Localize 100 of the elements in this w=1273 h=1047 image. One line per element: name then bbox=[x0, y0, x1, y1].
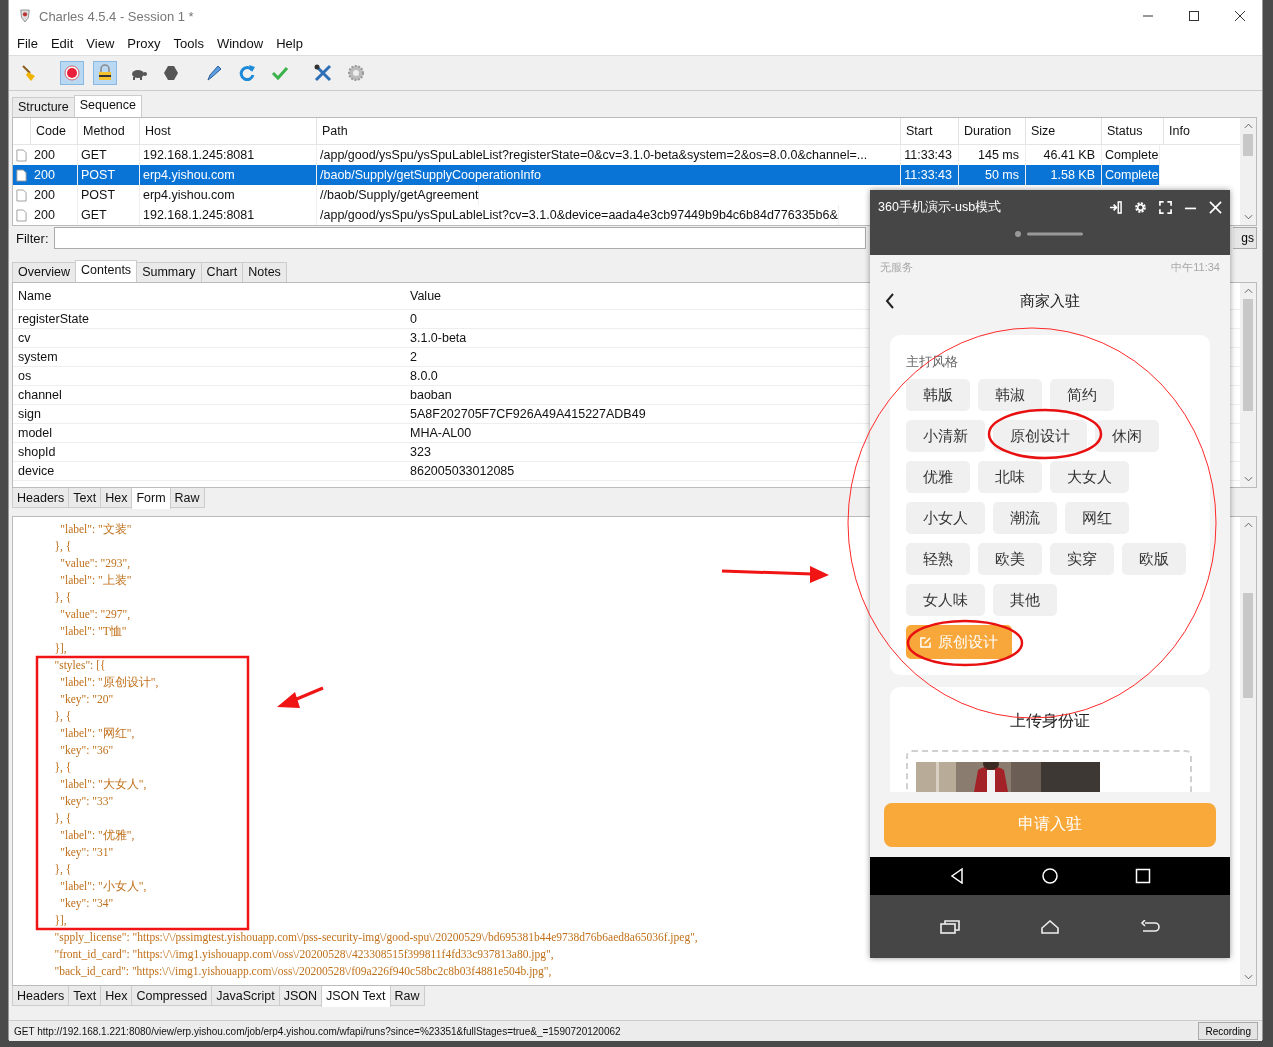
request-row[interactable]: 200 GET 192.168.1.245:8081 /app/good/ysSpu/ysSpuLableList?cv=3.1.0&device=aada4e3cb97449b9b4c6b84d776335b6& bbox=[13, 205, 839, 225]
menu-item[interactable]: File bbox=[17, 36, 38, 51]
response-view-tab[interactable]: Text bbox=[68, 986, 102, 1006]
menu-item[interactable]: Edit bbox=[50, 36, 74, 51]
settings-icon[interactable] bbox=[1134, 200, 1147, 214]
response-view-tab[interactable]: Raw bbox=[389, 986, 425, 1006]
menu-item[interactable]: View bbox=[86, 36, 115, 51]
return-icon[interactable] bbox=[1140, 919, 1160, 934]
style-tag[interactable]: 简约 bbox=[1050, 379, 1114, 411]
request-view-tab[interactable]: Raw bbox=[169, 488, 205, 508]
detail-tab[interactable]: Chart bbox=[200, 262, 244, 282]
code-line: "label": "优雅", bbox=[59, 828, 135, 843]
style-tag[interactable]: 优雅 bbox=[906, 461, 970, 493]
menu-item[interactable]: Proxy bbox=[127, 36, 161, 51]
pin-icon[interactable] bbox=[1109, 200, 1122, 214]
column-header[interactable]: Host bbox=[140, 118, 317, 144]
detail-tab[interactable]: Notes bbox=[242, 262, 287, 282]
table-cell-text: MHA-AL00 bbox=[409, 426, 472, 440]
style-tag[interactable]: 韩淑 bbox=[978, 379, 1042, 411]
document-icon bbox=[16, 188, 27, 202]
style-tag[interactable]: 小清新 bbox=[906, 420, 985, 452]
style-tag[interactable]: 原创设计 bbox=[993, 420, 1087, 452]
status-text: GET http://192.168.1.221:8080/view/erp.yishou.com/job/erp4.yishou.com/wfapi/runs?since=%23351&fullStages=true&_=1590720120062 bbox=[14, 1025, 621, 1037]
detail-tab[interactable]: Contents bbox=[75, 260, 138, 282]
scroll-down-icon[interactable] bbox=[1243, 214, 1253, 220]
style-tag[interactable]: 其他 bbox=[993, 584, 1057, 616]
style-tag[interactable]: 欧美 bbox=[978, 543, 1042, 575]
view-tab[interactable]: Structure bbox=[12, 97, 75, 117]
filter-field[interactable] bbox=[53, 227, 866, 249]
request-view-tab[interactable]: Headers bbox=[12, 488, 70, 508]
response-view-tab[interactable]: JavaScript bbox=[211, 986, 280, 1006]
table-cell-text: 862005033012085 bbox=[409, 464, 515, 478]
toolbar-record-button[interactable] bbox=[60, 61, 84, 85]
recording-button[interactable]: Recording bbox=[1198, 1022, 1258, 1040]
back-icon[interactable] bbox=[885, 293, 895, 309]
window-title: Charles 4.5.4 - Session 1 * bbox=[39, 8, 194, 24]
request-row[interactable]: 200 POST erp4.yishou.com //baob/Supply/getAgreement bbox=[13, 185, 480, 205]
column-header[interactable]: Path bbox=[317, 118, 901, 144]
style-tag[interactable]: 实穿 bbox=[1050, 543, 1114, 575]
menu-item[interactable]: Help bbox=[276, 36, 303, 51]
scrollbar-thumb[interactable] bbox=[1243, 593, 1253, 698]
toolbar-lock-button[interactable] bbox=[93, 61, 117, 85]
column-header[interactable]: Value bbox=[405, 289, 442, 303]
column-header[interactable]: Start bbox=[901, 118, 959, 144]
request-view-tab[interactable]: Form bbox=[131, 488, 171, 509]
column-header[interactable]: Size bbox=[1026, 118, 1102, 144]
table-cell-text: cv bbox=[17, 331, 31, 345]
home-icon[interactable] bbox=[1040, 919, 1060, 934]
maximize-icon[interactable] bbox=[1188, 10, 1200, 22]
drag-handle-icon[interactable] bbox=[1015, 231, 1085, 237]
scroll-down-icon[interactable] bbox=[1243, 476, 1253, 482]
close-icon[interactable] bbox=[1234, 10, 1246, 22]
style-tag[interactable]: 大女人 bbox=[1050, 461, 1129, 493]
request-row[interactable]: 200 POST erp4.yishou.com /baob/Supply/getSupplyCooperationInfo 11:33:43 50 ms 1.58 KB Complete bbox=[13, 165, 1160, 185]
scroll-up-icon[interactable] bbox=[1243, 288, 1253, 294]
phone-window-title: 360手机演示-usb模式 bbox=[878, 198, 1002, 216]
column-header[interactable]: Code bbox=[31, 118, 78, 144]
response-view-tab[interactable]: JSON Text bbox=[321, 986, 391, 1007]
style-tag[interactable]: 轻熟 bbox=[906, 543, 970, 575]
windows-icon[interactable] bbox=[940, 919, 960, 934]
menu-item[interactable]: Tools bbox=[173, 36, 204, 51]
response-view-tab[interactable]: Compressed bbox=[131, 986, 213, 1006]
clock-text: 中午11:34 bbox=[1171, 260, 1220, 275]
scroll-up-icon[interactable] bbox=[1243, 123, 1253, 129]
code-line: "styles": [{ bbox=[53, 658, 106, 674]
style-tag[interactable]: 潮流 bbox=[993, 502, 1057, 534]
fullscreen-icon[interactable] bbox=[1159, 200, 1172, 214]
response-view-tab[interactable]: JSON bbox=[278, 986, 322, 1006]
detail-tab[interactable]: Summary bbox=[136, 262, 202, 282]
style-tag[interactable]: 韩版 bbox=[906, 379, 970, 411]
table-cell-text: registerState bbox=[17, 312, 89, 326]
style-tag[interactable]: 网红 bbox=[1065, 502, 1129, 534]
scroll-down-icon[interactable] bbox=[1243, 974, 1253, 980]
column-header[interactable]: Status bbox=[1102, 118, 1164, 144]
response-view-tab[interactable]: Headers bbox=[12, 986, 70, 1006]
view-tab[interactable]: Sequence bbox=[73, 95, 143, 117]
column-header[interactable]: Method bbox=[78, 118, 140, 144]
settings-button[interactable]: gs bbox=[1233, 227, 1257, 249]
request-view-tab[interactable]: Hex bbox=[100, 488, 133, 508]
scrollbar-thumb[interactable] bbox=[1243, 299, 1253, 411]
style-tag[interactable]: 休闲 bbox=[1095, 420, 1159, 452]
style-tag[interactable]: 北味 bbox=[978, 461, 1042, 493]
column-header[interactable]: Duration bbox=[959, 118, 1026, 144]
menu-item[interactable]: Window bbox=[216, 36, 264, 51]
table-cell: /app/good/ysSpu/ysSpuLableList?cv=3.1.0&device=aada4e3cb97449b9b4c6b84d776335b6& bbox=[317, 205, 839, 225]
style-tag[interactable]: 女人味 bbox=[906, 584, 985, 616]
recents-icon[interactable] bbox=[1135, 868, 1152, 884]
scrollbar-thumb[interactable] bbox=[1243, 134, 1253, 156]
detail-tab[interactable]: Overview bbox=[12, 262, 77, 282]
style-tag[interactable]: 欧版 bbox=[1122, 543, 1186, 575]
code-line: "spply_license": "https:\/\/pssimgtest.yishouapp.com\/pss-security-img\/good-spu\/20200529\/bd695381b44e9738d76b6aed8a65036f.jpeg", bbox=[53, 930, 698, 946]
code-line: "key": "34" bbox=[59, 896, 114, 912]
code-line: "back_id_card": "https:\/\/img1.yishouapp.com\/oss\/20200528\/f09a226f940c58bc2c8b03f4881e504b.jpg", bbox=[53, 964, 552, 980]
back-icon[interactable] bbox=[948, 868, 965, 884]
response-view-tab[interactable]: Hex bbox=[100, 986, 133, 1006]
style-tag[interactable]: 小女人 bbox=[906, 502, 985, 534]
code-line: "label": "T恤" bbox=[59, 624, 127, 639]
column-header[interactable]: Name bbox=[13, 289, 52, 303]
request-view-tab[interactable]: Text bbox=[68, 488, 102, 508]
scroll-up-icon[interactable] bbox=[1243, 522, 1253, 528]
